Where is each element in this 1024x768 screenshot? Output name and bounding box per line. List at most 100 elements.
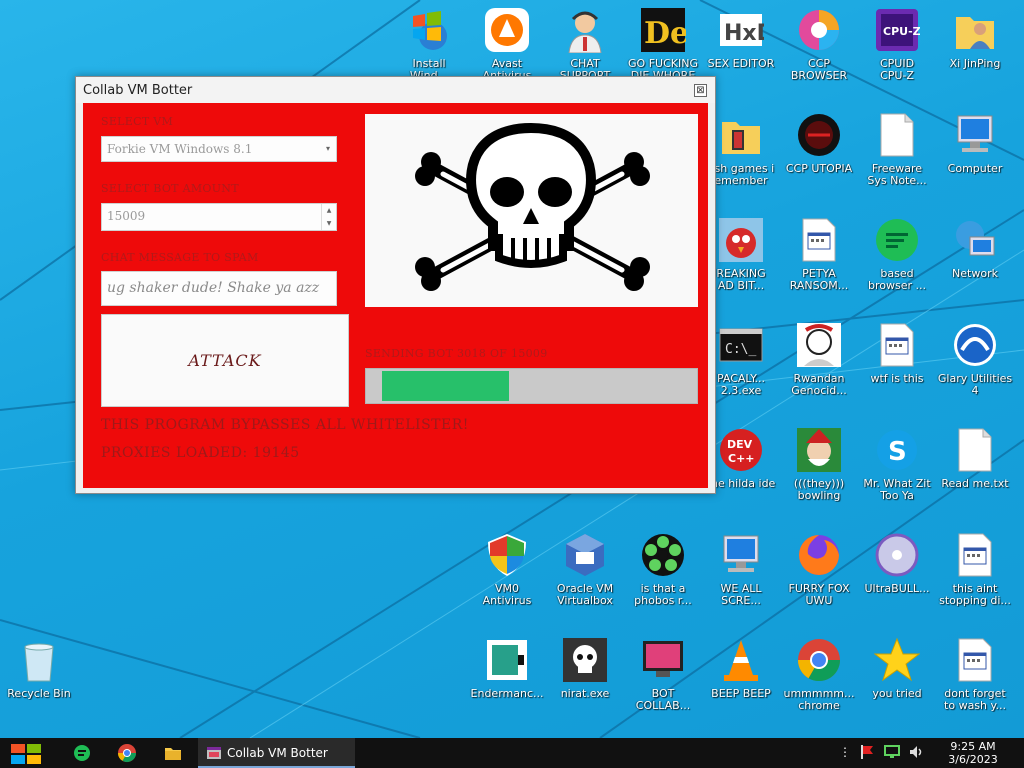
progress-fill <box>382 371 509 401</box>
desktop-icon-recycle[interactable]: Recycle Bin <box>0 636 78 700</box>
desktop-icon-based[interactable]: based browser ... <box>858 216 936 292</box>
desktop-icon-bowling[interactable]: (((they))) bowling <box>780 426 858 502</box>
bot-amount-value: 15009 <box>107 209 146 223</box>
desktop-icon-label: Freeware Sys Note... <box>867 163 927 187</box>
desktop-icon-skype[interactable]: S Mr. What Zit Too Ya <box>858 426 936 502</box>
desktop-icon-install[interactable]: Install Wind... <box>390 6 468 82</box>
tray-overflow-icon[interactable]: ⋮ <box>838 744 852 760</box>
stepper-down-icon[interactable]: ▼ <box>322 217 336 230</box>
bot-amount-label: SELECT BOT AMOUNT <box>101 182 239 195</box>
windows-flag-icon <box>405 6 453 54</box>
desktop-icon-label: UltraBULL... <box>864 583 930 595</box>
desktop-icon-label: Mr. What Zit Too Ya <box>863 478 931 502</box>
star-icon <box>873 636 921 684</box>
desktop-icon-beep[interactable]: BEEP BEEP <box>702 636 780 700</box>
window-titlebar[interactable]: Collab VM Botter ⊠ <box>76 77 715 103</box>
desktop-icon-network[interactable]: Network <box>936 216 1014 280</box>
desktop-icon-computer[interactable]: Computer <box>936 111 1014 175</box>
angry-bird-icon <box>717 216 765 264</box>
select-vm-dropdown[interactable]: Forkie VM Windows 8.1 ▾ <box>101 136 337 162</box>
desktop-icon-vm0[interactable]: VM0 Antivirus <box>468 531 546 607</box>
desktop-icon-label: Computer <box>947 163 1003 175</box>
die-icon: De <box>639 6 687 54</box>
desktop-icon-ccp-utopia[interactable]: CCP UTOPIA <box>780 111 858 175</box>
svg-text:S: S <box>888 437 907 467</box>
close-button[interactable]: ⊠ <box>694 84 707 97</box>
desktop-icon-xi[interactable]: Xi JinPing <box>936 6 1014 70</box>
desktop-icon-label: BOT COLLAB... <box>635 688 691 712</box>
taskbar-task-collab-vm-botter[interactable]: Collab VM Botter <box>198 738 355 768</box>
document-icon <box>951 426 999 474</box>
desktop-icon-petya[interactable]: PETYA RANSOM... <box>780 216 858 292</box>
desktop-icon-readme[interactable]: Read me.txt <box>936 426 1014 490</box>
desktop-icon-label: SEX EDITOR <box>707 58 775 70</box>
desktop-icon-chrome[interactable]: ummmmm... chrome <box>780 636 858 712</box>
chat-message-input[interactable]: ug shaker dude! Shake ya azz <box>101 271 337 306</box>
desktop-icon-rwandan[interactable]: Rwandan Genocid... <box>780 321 858 397</box>
utopia-icon <box>795 111 843 159</box>
proxies-note: PROXIES LOADED: 19145 <box>101 445 300 461</box>
desktop-icon-botcollab[interactable]: BOT COLLAB... <box>624 636 702 712</box>
taskbar-explorer[interactable] <box>163 743 183 763</box>
app-window-icon <box>207 747 221 759</box>
svg-text:CPU-Z: CPU-Z <box>883 25 920 38</box>
taskbar-chat-app[interactable] <box>72 743 92 763</box>
desktop-icon-label: PETYA RANSOM... <box>789 268 849 292</box>
desktop-icon-glary[interactable]: Glary Utilities 4 <box>936 321 1014 397</box>
desktop-icon-freeware[interactable]: Freeware Sys Note... <box>858 111 936 187</box>
chat-bubble-icon <box>873 216 921 264</box>
desktop-icon-enderman[interactable]: Endermanc... <box>468 636 546 700</box>
elf-icon <box>795 426 843 474</box>
desktop-icon-label: wtf is this <box>870 373 924 385</box>
desktop-icon-cpuid[interactable]: CPU-Z CPUID CPU-Z <box>858 6 936 82</box>
desktop-icon-dontforget[interactable]: dont forget to wash y... <box>936 636 1014 712</box>
tray-network-icon[interactable] <box>884 744 900 760</box>
hxd-icon: HxD <box>717 6 765 54</box>
desktop-icon-wtf[interactable]: wtf is this <box>858 321 936 385</box>
avast-icon <box>483 6 531 54</box>
desktop-icon-label: WE ALL SCRE... <box>720 583 762 607</box>
document-icon <box>873 111 921 159</box>
desktop-icon-vbox[interactable]: Oracle VM Virtualbox <box>546 531 624 607</box>
desktop-icon-weall[interactable]: WE ALL SCRE... <box>702 531 780 607</box>
progress-label: SENDING BOT 3018 OF 15009 <box>365 347 548 360</box>
folder-icon <box>165 748 181 760</box>
tray-flag-icon[interactable] <box>860 744 874 760</box>
desktop-icon-label: Oracle VM Virtualbox <box>556 583 614 607</box>
select-vm-label: SELECT VM <box>101 115 174 128</box>
desktop-icon-thisaint[interactable]: this aint stopping di... <box>936 531 1014 607</box>
desktop-icon-gofucking[interactable]: DeGO FUCKING DIE WHORE <box>624 6 702 82</box>
bot-amount-stepper[interactable]: 15009 ▲ ▼ <box>101 203 337 231</box>
desktop-icon-chat-support[interactable]: CHAT SUPPORT <box>546 6 624 82</box>
desktop-icon-label: is that a phobos r... <box>634 583 692 607</box>
desktop-icon-ultrabull[interactable]: UltraBULL... <box>858 531 936 595</box>
taskbar-clock[interactable]: 9:25 AM 3/6/2023 <box>940 740 1006 766</box>
desktop-icon-hex-editor[interactable]: HxD SEX EDITOR <box>702 6 780 70</box>
desktop-icon-phobos[interactable]: is that a phobos r... <box>624 531 702 607</box>
firefox-icon <box>795 531 843 579</box>
support-agent-icon <box>561 6 609 54</box>
desktop-icon-label: Rwandan Genocid... <box>791 373 847 397</box>
virtualbox-icon <box>561 531 609 579</box>
clock-date: 3/6/2023 <box>948 753 998 766</box>
desktop-icon-label: dont forget to wash y... <box>944 688 1006 712</box>
chat-bubble-icon <box>74 745 90 761</box>
desktop-icon-nirat[interactable]: nirat.exe <box>546 636 624 700</box>
tray-volume-icon[interactable] <box>908 744 922 760</box>
desktop-icon-ccp-browser[interactable]: CCP BROWSER <box>780 6 858 82</box>
start-button[interactable] <box>10 743 42 765</box>
skull-icon <box>561 636 609 684</box>
clock-time: 9:25 AM <box>950 740 996 753</box>
desktop-icon-firefox[interactable]: FURRY FOX UWU <box>780 531 858 607</box>
desktop-icon-avast[interactable]: Avast Antivirus <box>468 6 546 82</box>
send-progress-bar <box>365 368 698 404</box>
attack-button[interactable]: ATTACK <box>101 314 349 407</box>
svg-text:C:\_: C:\_ <box>725 342 756 357</box>
desktop-icon-label: CCP UTOPIA <box>785 163 853 175</box>
desktop-icon-label: FURRY FOX UWU <box>788 583 850 607</box>
taskbar: Collab VM Botter ⋮ 9:25 AM 3/6/2023 <box>0 738 1024 768</box>
stepper-up-icon[interactable]: ▲ <box>322 204 336 217</box>
stepper-buttons: ▲ ▼ <box>321 204 336 230</box>
taskbar-chrome[interactable] <box>117 743 137 763</box>
desktop-icon-youtried[interactable]: you tried <box>858 636 936 700</box>
